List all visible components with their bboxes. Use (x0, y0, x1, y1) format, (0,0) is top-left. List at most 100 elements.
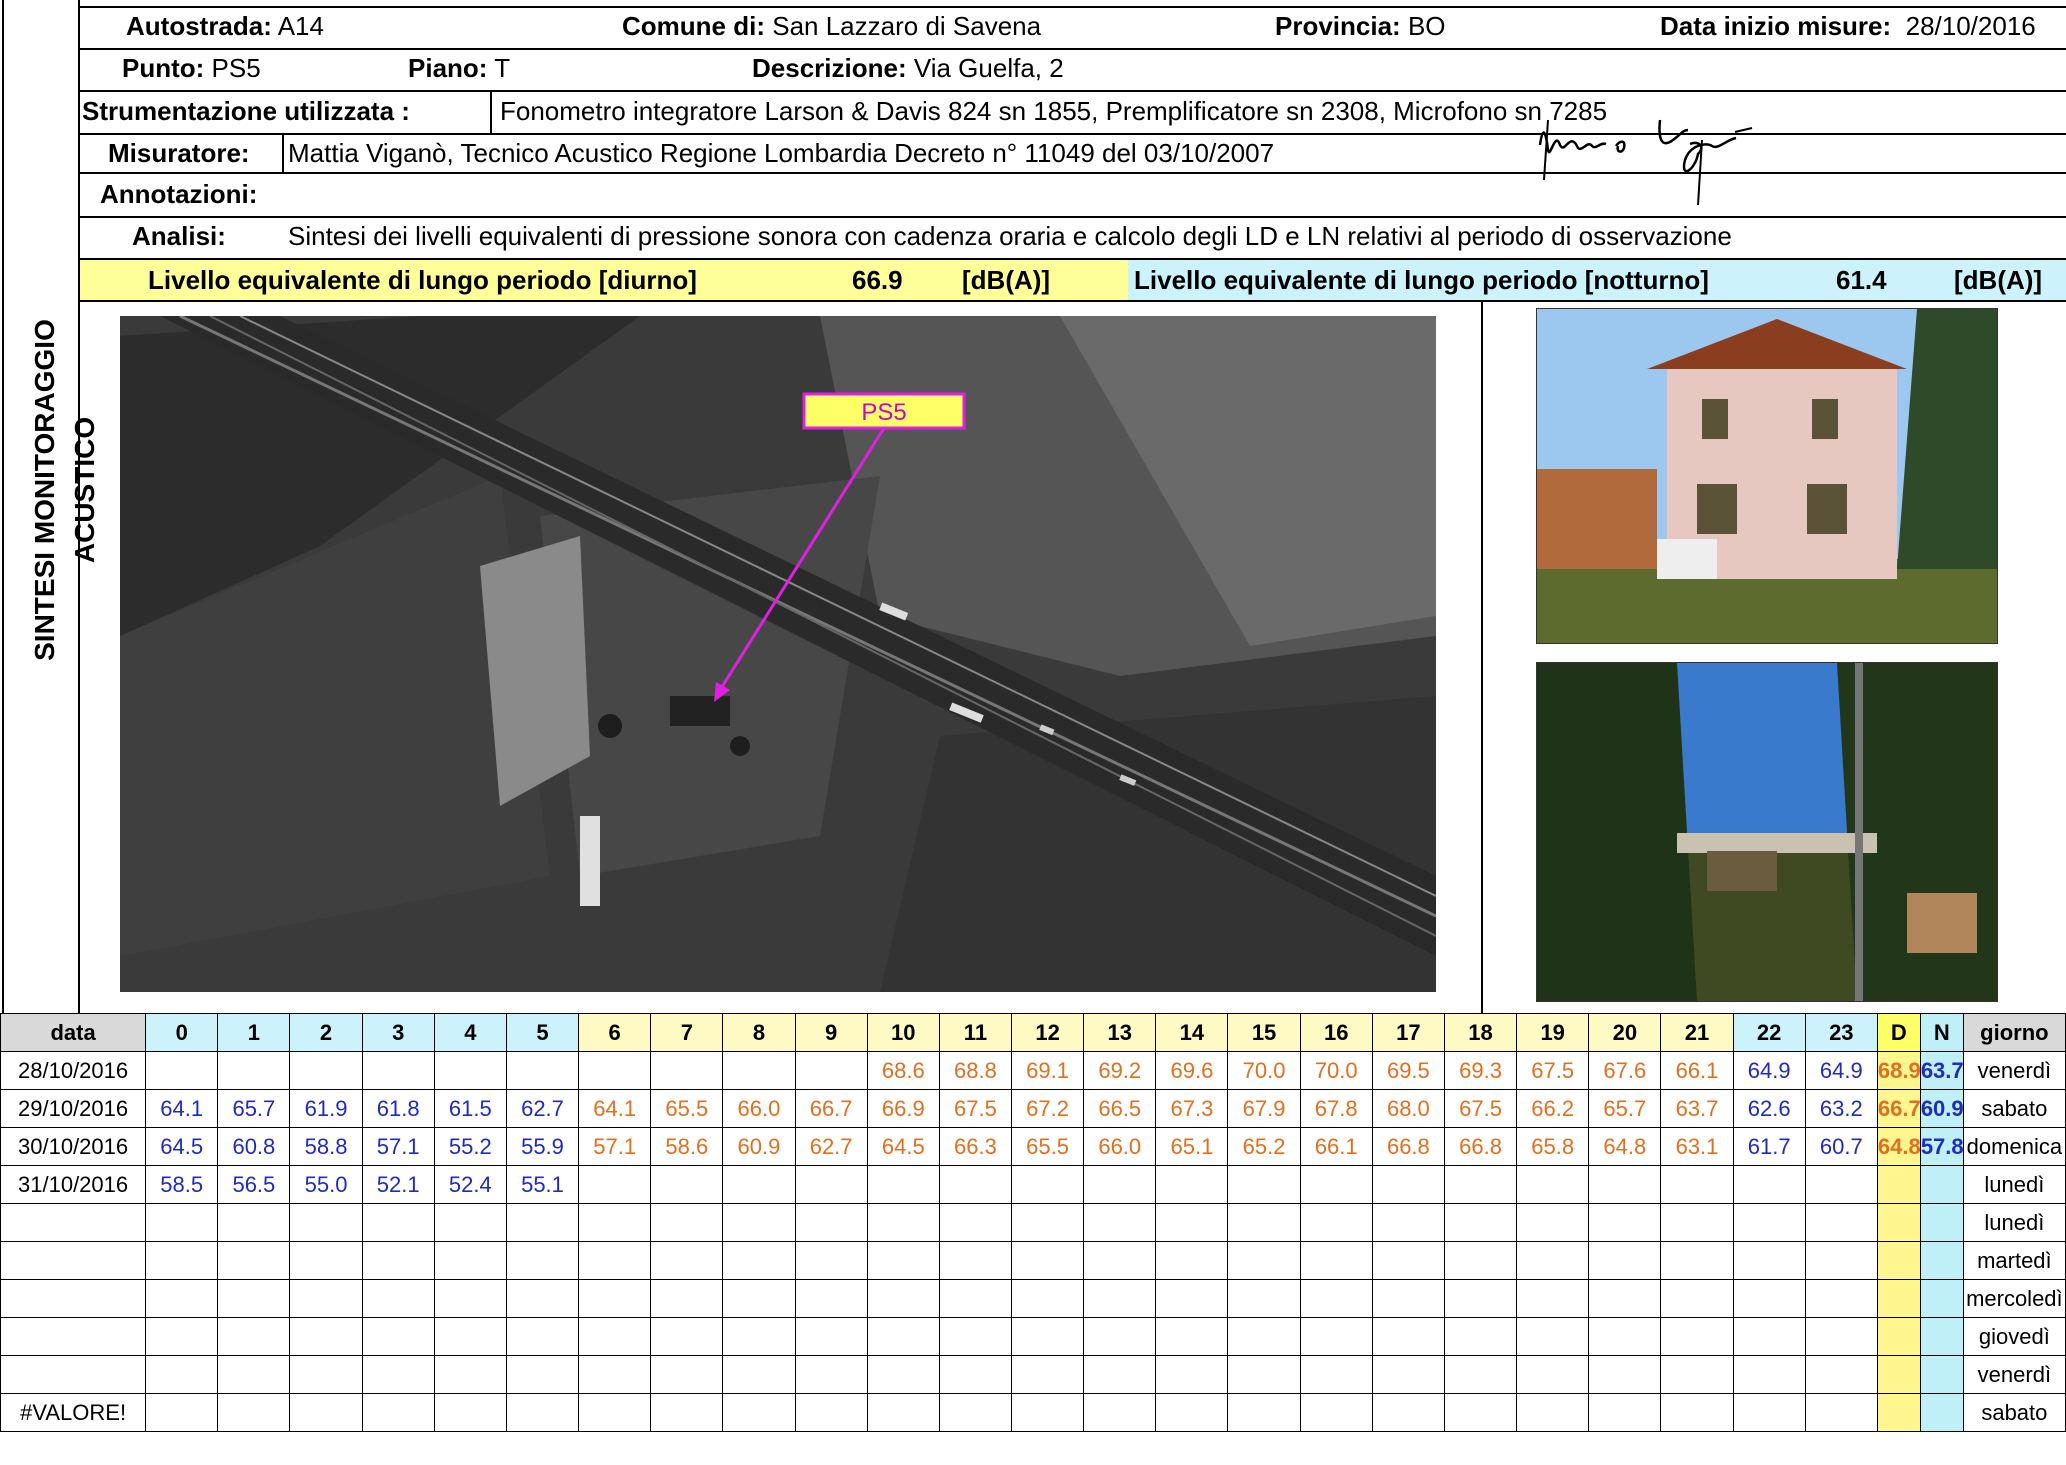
autostrada-field: Autostrada: A14 (126, 11, 324, 41)
row-hour-value (1371, 1393, 1445, 1432)
row-hour-value (289, 1355, 363, 1394)
row-hour-value: 66.8 (1371, 1127, 1445, 1166)
table-header-hour: 19 (1516, 1013, 1590, 1052)
table-header-hour: 3 (361, 1013, 435, 1052)
row-hour-value (1227, 1317, 1301, 1356)
notturno-label: Livello equivalente di lungo periodo [no… (1134, 265, 1709, 295)
yard-photo (1536, 662, 1998, 1002)
row-hour-value: 66.9 (866, 1089, 940, 1128)
row-hour-value (1660, 1355, 1734, 1394)
row-hour-value: 66.1 (1660, 1051, 1734, 1090)
table-header-hour: 1 (217, 1013, 291, 1052)
row-hour-value (938, 1279, 1013, 1318)
row-hour-value (289, 1051, 363, 1090)
row-hour-value (1227, 1203, 1301, 1242)
row-d-value (1876, 1393, 1921, 1432)
row-hour-value: 61.9 (289, 1089, 363, 1128)
row-hour-value (794, 1279, 868, 1318)
row-hour-value: 67.3 (1155, 1089, 1229, 1128)
row-hour-value (217, 1317, 291, 1356)
row-hour-value (1371, 1279, 1445, 1318)
punto-field: Punto: PS5 (122, 53, 261, 83)
table-header-hour: 18 (1443, 1013, 1518, 1052)
row-hour-value (650, 1279, 724, 1318)
row-hour-value (1804, 1279, 1878, 1318)
table-header-hour: 16 (1299, 1013, 1373, 1052)
row-hour-value (794, 1203, 868, 1242)
table-row: 29/10/2016 64.1 65.7 61.9 61.8 61.5 62.7 64.1 65… (0, 1089, 2066, 1128)
table-header-hour: 2 (289, 1013, 363, 1052)
row-d-value: 64.8 (1876, 1127, 1921, 1166)
row-hour-value: 63.1 (1660, 1127, 1734, 1166)
row-hour-value (1443, 1317, 1518, 1356)
row-hour-value: 65.2 (1227, 1127, 1301, 1166)
row-hour-value: 52.1 (361, 1165, 435, 1204)
table-header-hour: 7 (650, 1013, 724, 1052)
row-hour-value: 66.1 (1299, 1127, 1373, 1166)
row-hour-value (217, 1051, 291, 1090)
row-hour-value (722, 1203, 796, 1242)
row-hour-value (1011, 1241, 1085, 1280)
row-hour-value (1299, 1165, 1373, 1204)
row-day: martedì (1962, 1241, 2066, 1280)
table-row: mercoledì (0, 1279, 2066, 1318)
row-hour-value (1732, 1203, 1806, 1242)
row-hour-value (794, 1317, 868, 1356)
row-hour-value: 65.1 (1155, 1127, 1229, 1166)
table-header-n: N (1919, 1013, 1964, 1052)
row-hour-value (1155, 1393, 1229, 1432)
row-hour-value (505, 1203, 580, 1242)
table-header-d: D (1876, 1013, 1921, 1052)
table-row: giovedì (0, 1317, 2066, 1356)
table-header-date: data (0, 1013, 147, 1052)
row-date: 28/10/2016 (0, 1051, 147, 1090)
analisi-value: Sintesi dei livelli equivalenti di press… (288, 221, 1732, 251)
row-hour-value: 64.9 (1732, 1051, 1806, 1090)
row-hour-value (1443, 1355, 1518, 1394)
row-hour-value: 55.2 (433, 1127, 507, 1166)
provincia-field: Provincia: BO (1275, 11, 1446, 41)
signature-image (1538, 119, 1753, 206)
table-row: #VALORE! sabato (0, 1393, 2066, 1432)
row-hour-value (1299, 1393, 1373, 1432)
row-hour-value (433, 1355, 507, 1394)
row-hour-value (650, 1355, 724, 1394)
row-n-value (1919, 1241, 1964, 1280)
row-hour-value (361, 1241, 435, 1280)
row-hour-value (1588, 1279, 1662, 1318)
table-row: martedì (0, 1241, 2066, 1280)
strumentazione-label: Strumentazione utilizzata : (82, 96, 410, 126)
table-row: lunedì (0, 1203, 2066, 1242)
row-hour-value (578, 1393, 652, 1432)
row-hour-value (433, 1203, 507, 1242)
row-hour-value: 67.8 (1299, 1089, 1373, 1128)
row-hour-value (722, 1393, 796, 1432)
row-hour-value (433, 1317, 507, 1356)
row-hour-value: 67.2 (1011, 1089, 1085, 1128)
strumentazione-value: Fonometro integratore Larson & Davis 824… (500, 96, 1608, 126)
row-hour-value (722, 1355, 796, 1394)
row-hour-value: 61.7 (1732, 1127, 1806, 1166)
diurno-unit: [dB(A)] (962, 265, 1051, 295)
side-title: SINTESI MONITORAGGIO ACUSTICO (29, 319, 100, 661)
row-hour-value (1443, 1279, 1518, 1318)
row-hour-value: 61.8 (361, 1089, 435, 1128)
row-hour-value (1443, 1393, 1518, 1432)
row-day: lunedì (1962, 1165, 2066, 1204)
row-hour-value (1516, 1317, 1590, 1356)
table-header-hour: 9 (794, 1013, 868, 1052)
row-hour-value (361, 1051, 435, 1090)
row-hour-value (578, 1165, 652, 1204)
notturno-value: 61.4 (1836, 265, 1887, 295)
row-hour-value (1083, 1203, 1157, 1242)
diurno-value: 66.9 (852, 265, 903, 295)
row-hour-value (1083, 1279, 1157, 1318)
row-date: 30/10/2016 (0, 1127, 147, 1166)
row-hour-value (1443, 1241, 1518, 1280)
row-hour-value: 58.5 (145, 1165, 219, 1204)
row-hour-value (145, 1317, 219, 1356)
row-date (0, 1317, 147, 1356)
row-hour-value (145, 1393, 219, 1432)
row-hour-value (938, 1241, 1013, 1280)
table-header-hour: 5 (505, 1013, 580, 1052)
